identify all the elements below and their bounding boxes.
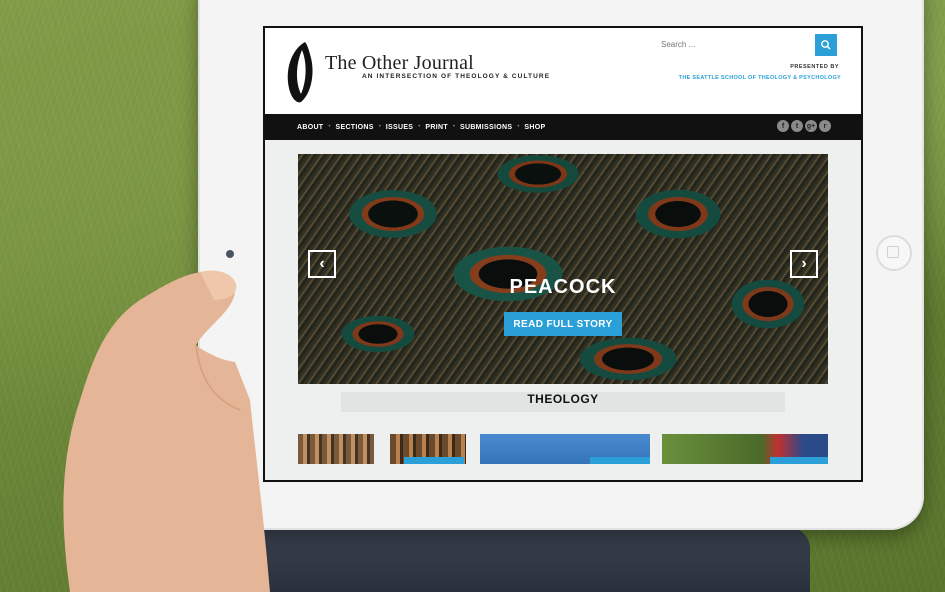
hand bbox=[63, 270, 270, 592]
grass-background: The Other Journal AN INTERSECTION OF THE… bbox=[0, 0, 945, 592]
